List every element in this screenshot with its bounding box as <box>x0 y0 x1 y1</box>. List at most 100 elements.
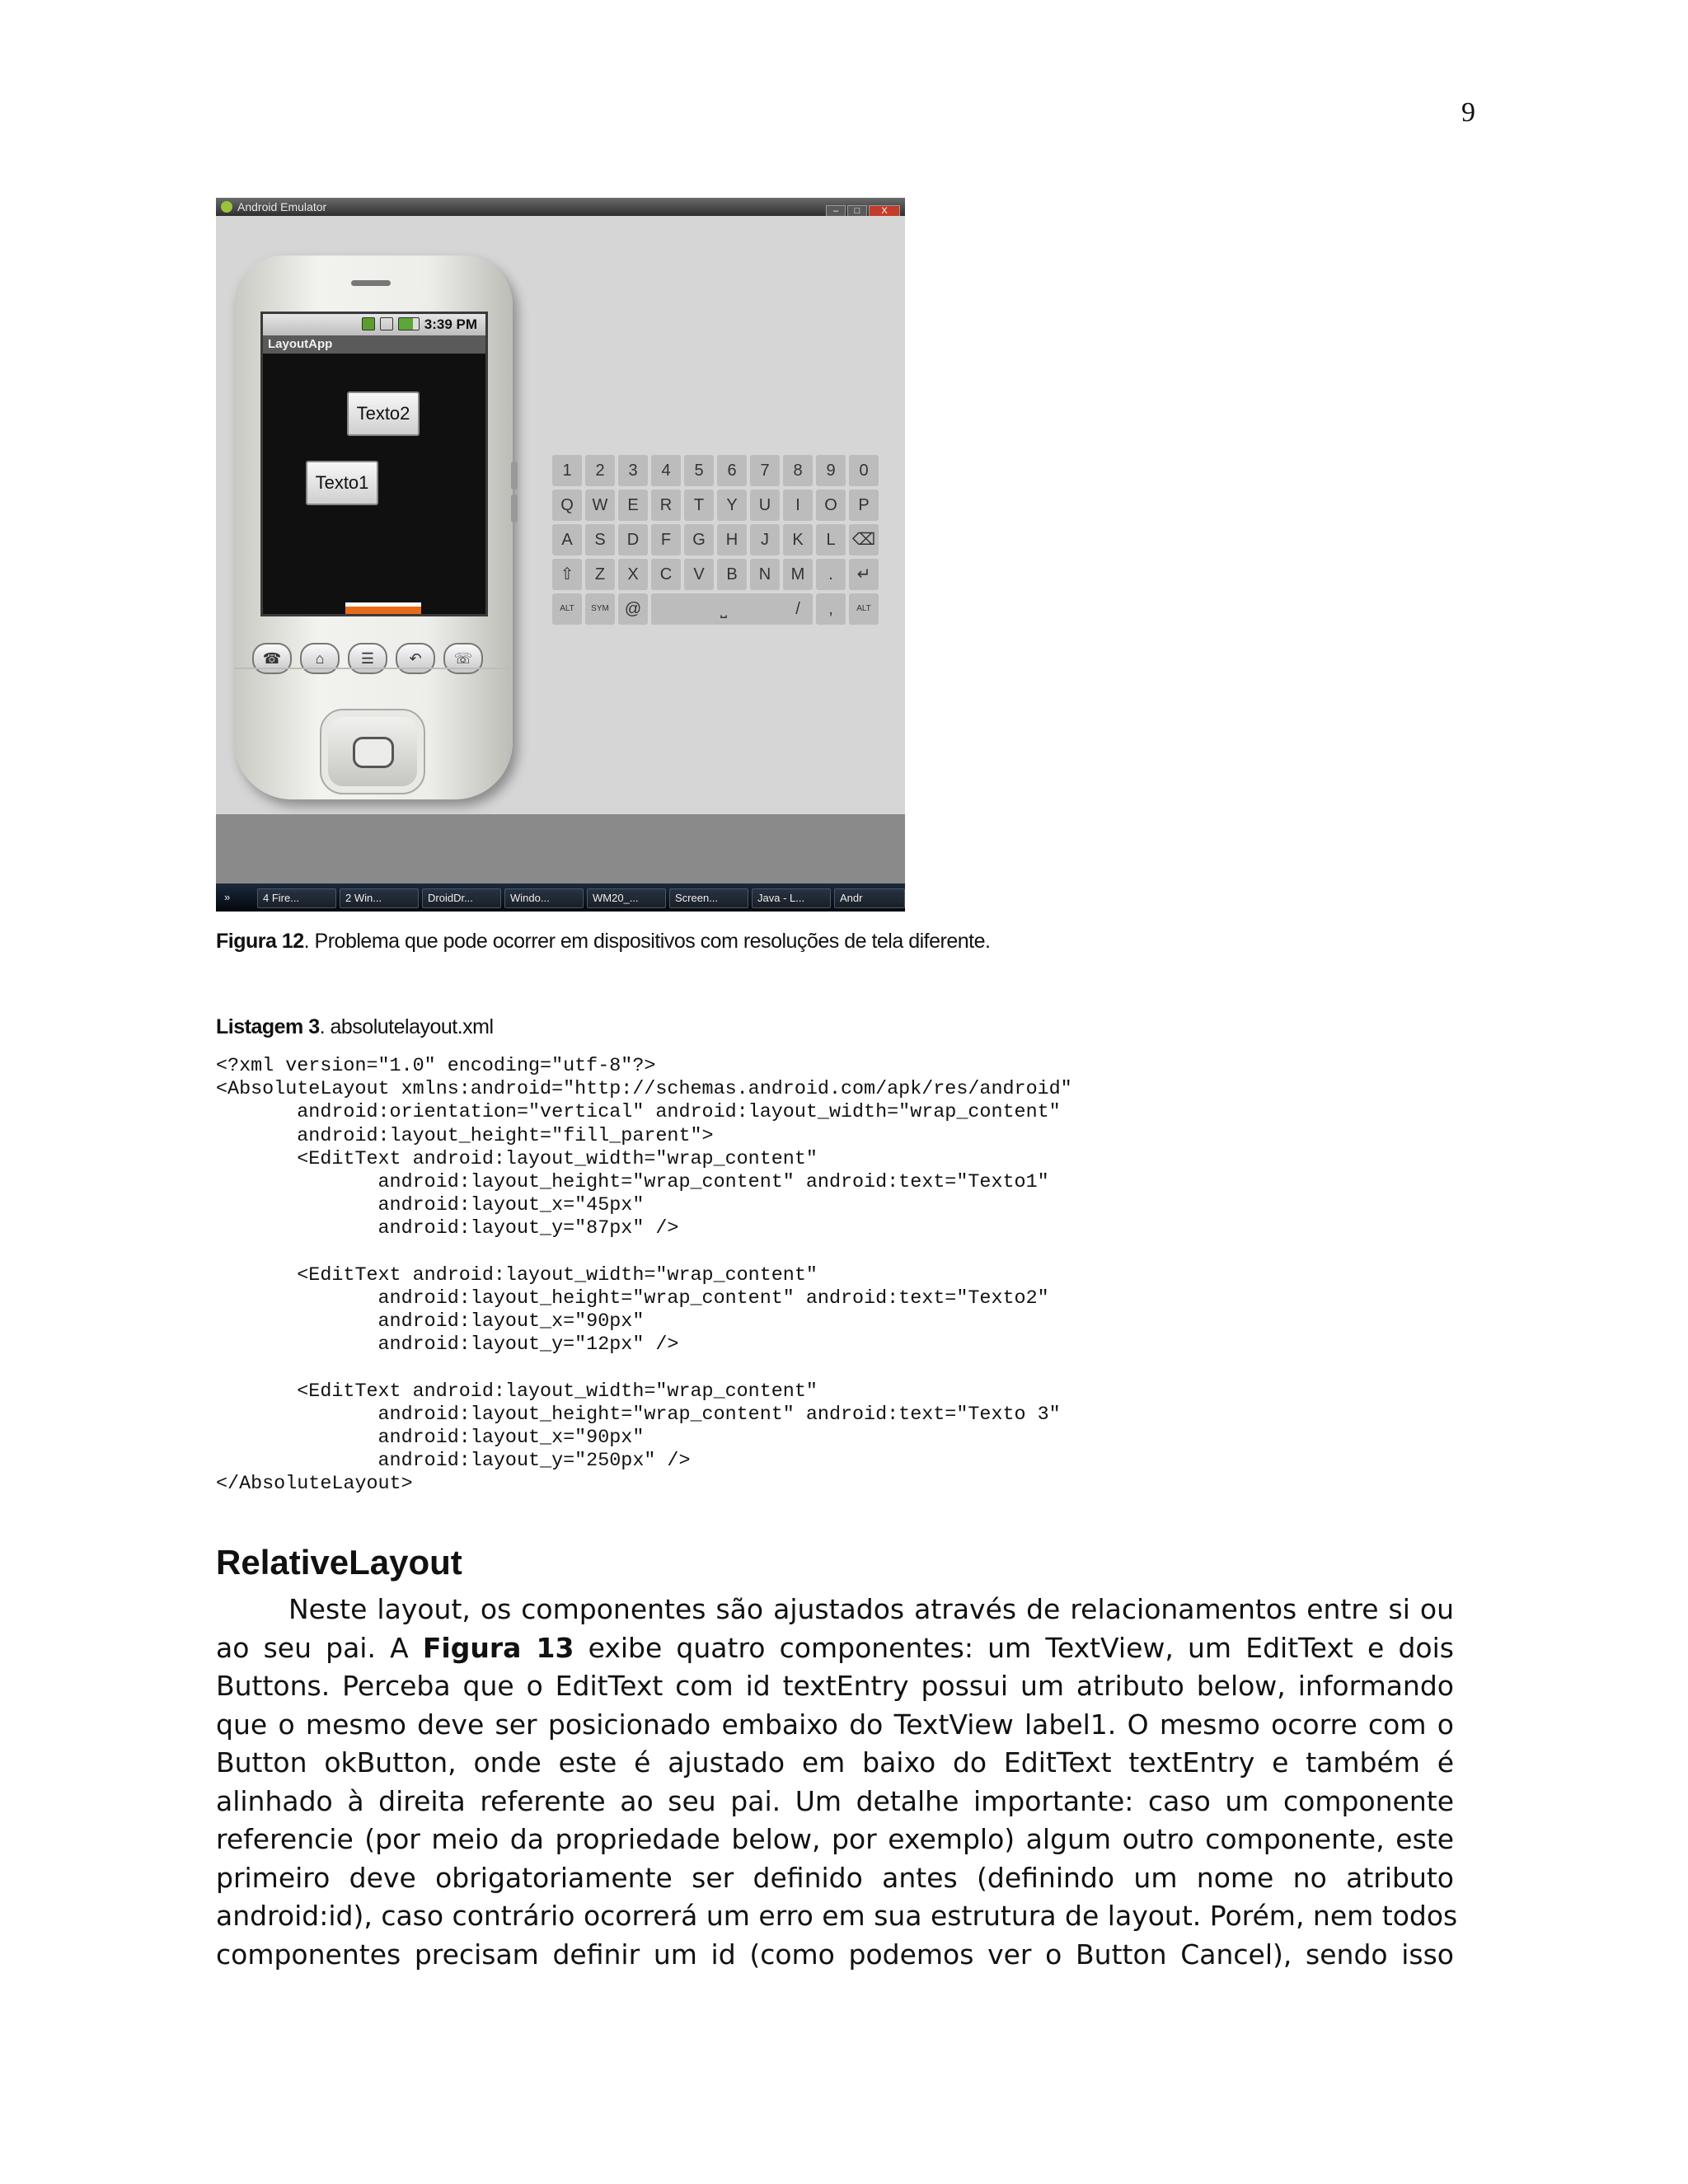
code-line: android:layout_y="250px" /> <box>216 1451 691 1473</box>
hardware-buttons-row: ☎ ⌂ ☰ ↶ ☏ <box>252 643 499 676</box>
taskbar-item[interactable]: DroidDr... <box>422 888 501 908</box>
taskbar-overflow-icon[interactable]: » <box>224 888 230 907</box>
key[interactable]: C <box>651 559 681 590</box>
key[interactable]: U <box>750 490 780 521</box>
key[interactable]: Q <box>552 490 582 521</box>
end-call-icon[interactable]: ☏ <box>443 643 483 674</box>
code-listing: <?xml version="1.0" encoding="utf-8"?> <A… <box>216 1055 1072 1497</box>
windows-taskbar: » 4 Fire... 2 Win... DroidDr... Windo...… <box>216 883 905 912</box>
paragraph-line: Neste layout, os componentes são ajustad… <box>288 1593 1454 1625</box>
enter-key-icon[interactable]: ↵ <box>849 559 879 590</box>
key[interactable]: A <box>552 524 582 555</box>
alt-key[interactable]: ALT <box>849 593 879 625</box>
key[interactable]: V <box>684 559 714 590</box>
signal-g-icon <box>361 317 375 330</box>
shift-key-icon[interactable]: ⇧ <box>552 559 582 590</box>
paragraph-line: android:id), caso contrário ocorrerá um … <box>216 1900 1458 1932</box>
home-icon[interactable]: ⌂ <box>300 643 340 674</box>
key[interactable]: J <box>750 524 780 555</box>
key[interactable]: 3 <box>618 455 648 486</box>
code-line: android:layout_height="wrap_content" and… <box>216 1171 1049 1193</box>
key[interactable]: @ <box>618 593 648 625</box>
key[interactable]: 5 <box>684 455 714 486</box>
key[interactable]: P <box>849 490 879 521</box>
taskbar-item[interactable]: WM20_... <box>587 888 666 908</box>
key[interactable]: S <box>585 524 615 555</box>
edit-text-texto2[interactable]: Texto2 <box>347 391 420 436</box>
delete-key-icon[interactable]: ⌫ <box>849 524 879 555</box>
space-key-icon[interactable]: ⎵ <box>651 593 796 625</box>
taskbar-item[interactable]: 4 Fire... <box>257 888 336 908</box>
key[interactable]: O <box>816 490 846 521</box>
dpad-center-button[interactable] <box>353 737 394 768</box>
taskbar-item[interactable]: 2 Win... <box>340 888 419 908</box>
code-line: android:layout_x="90px" <box>216 1427 645 1449</box>
texto3-partially-visible <box>345 602 421 614</box>
alt-key[interactable]: ALT <box>552 593 582 625</box>
key[interactable]: R <box>651 490 681 521</box>
code-line: android:layout_x="90px" <box>216 1311 645 1333</box>
taskbar-item[interactable]: Windo... <box>504 888 584 908</box>
edit-text-texto1[interactable]: Texto1 <box>306 461 378 505</box>
key[interactable]: M <box>783 559 813 590</box>
call-icon[interactable]: ☎ <box>252 643 292 674</box>
key[interactable]: F <box>651 524 681 555</box>
sym-key[interactable]: SYM <box>585 593 615 625</box>
code-line: android:orientation="vertical" android:l… <box>216 1102 1061 1124</box>
volume-down-button[interactable] <box>511 494 518 523</box>
key[interactable]: X <box>618 559 648 590</box>
section-heading: RelativeLayout <box>216 1543 462 1582</box>
key[interactable]: K <box>783 524 813 555</box>
key[interactable]: Z <box>585 559 615 590</box>
menu-icon[interactable]: ☰ <box>348 643 387 674</box>
key[interactable]: 6 <box>717 455 747 486</box>
caption-text: . Problema que pode ocorrer em dispositi… <box>303 930 991 953</box>
key[interactable]: E <box>618 490 648 521</box>
key[interactable]: H <box>717 524 747 555</box>
back-icon[interactable]: ↶ <box>396 643 435 674</box>
status-bar: 3:39 PM <box>263 314 485 335</box>
android-icon <box>221 201 232 213</box>
key[interactable]: T <box>684 490 714 521</box>
key[interactable]: 2 <box>585 455 615 486</box>
battery-icon <box>397 317 420 330</box>
taskbar-item[interactable]: Java - L... <box>752 888 831 908</box>
emulator-lower-area <box>216 814 905 883</box>
key[interactable]: N <box>750 559 780 590</box>
key[interactable]: W <box>585 490 615 521</box>
code-line: android:layout_x="45px" <box>216 1195 645 1217</box>
key[interactable]: 9 <box>816 455 846 486</box>
key[interactable]: B <box>717 559 747 590</box>
key[interactable]: 7 <box>750 455 780 486</box>
code-line: android:layout_height="wrap_content" and… <box>216 1287 1049 1310</box>
caption-label: Figura 12 <box>216 930 304 953</box>
trackball-dpad[interactable] <box>320 709 425 794</box>
key[interactable]: , <box>816 593 846 625</box>
key[interactable]: / <box>783 593 813 625</box>
paragraph-line: Buttons. Perceba que o EditText com id t… <box>216 1670 1454 1702</box>
key[interactable]: L <box>816 524 846 555</box>
code-line: <EditText android:layout_width="wrap_con… <box>216 1380 818 1403</box>
listing-title: Listagem 3. absolutelayout.xml <box>216 1015 494 1039</box>
paragraph-line: referencie (por meio da propriedade belo… <box>216 1823 1454 1855</box>
code-line: <EditText android:layout_width="wrap_con… <box>216 1264 818 1286</box>
taskbar-item[interactable]: Screen... <box>669 888 748 908</box>
taskbar-item[interactable]: Andr <box>834 888 905 908</box>
speaker-grille <box>351 280 391 286</box>
key[interactable]: G <box>684 524 714 555</box>
key[interactable]: I <box>783 490 813 521</box>
key[interactable]: 4 <box>651 455 681 486</box>
figure-caption: Figura 12. Problema que pode ocorrer em … <box>216 930 991 954</box>
page-number: 9 <box>1461 97 1475 128</box>
key[interactable]: 0 <box>849 455 879 486</box>
key[interactable]: 1 <box>552 455 582 486</box>
key[interactable]: D <box>618 524 648 555</box>
key[interactable]: . <box>816 559 846 590</box>
phone-device: 3:39 PM LayoutApp Texto2 Texto1 ☎ ⌂ ☰ ↶ … <box>234 255 518 799</box>
code-line: android:layout_height="wrap_content" and… <box>216 1404 1061 1426</box>
key[interactable]: 8 <box>783 455 813 486</box>
volume-up-button[interactable] <box>511 462 518 490</box>
key[interactable]: Y <box>717 490 747 521</box>
